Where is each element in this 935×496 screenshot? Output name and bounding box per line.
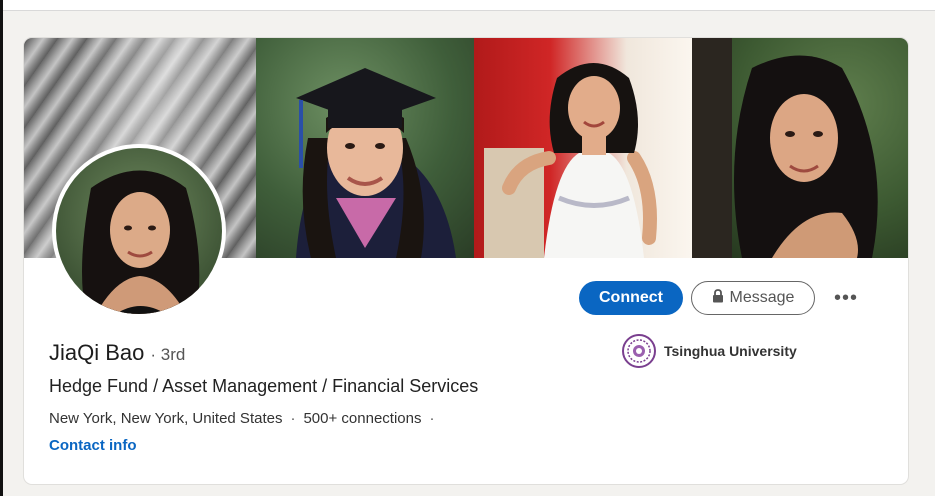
ellipsis-icon: ••• <box>833 286 858 309</box>
profile-avatar[interactable] <box>52 144 226 318</box>
connect-button[interactable]: Connect <box>579 281 683 315</box>
message-button[interactable]: Message <box>691 281 815 315</box>
contact-info-link[interactable]: Contact info <box>49 437 137 454</box>
left-edge <box>0 0 3 496</box>
top-bar <box>0 0 935 11</box>
connections-count[interactable]: 500+ connections <box>303 410 421 427</box>
banner-photo-white-dress <box>474 38 692 258</box>
profile-card: Connect Message ••• JiaQi Bao · 3rd Hedg… <box>24 38 908 484</box>
banner-photo-graduation <box>256 38 474 258</box>
tsinghua-seal-logo <box>622 334 656 368</box>
meta-separator-trailing: · <box>429 410 435 427</box>
education-entry[interactable]: Tsinghua University <box>622 334 797 368</box>
profile-name: JiaQi Bao <box>49 340 145 365</box>
profile-location: New York, New York, United States <box>49 410 283 427</box>
more-actions-button[interactable]: ••• <box>828 284 864 312</box>
banner-photo-outdoor <box>692 38 908 258</box>
meta-separator: · <box>290 410 296 427</box>
lock-icon <box>712 288 724 308</box>
school-name: Tsinghua University <box>664 343 797 359</box>
message-label: Message <box>729 289 795 306</box>
name-row: JiaQi Bao · 3rd <box>49 340 185 370</box>
avatar-photo <box>56 148 222 314</box>
connection-degree: · 3rd <box>150 345 186 364</box>
profile-meta: New York, New York, United States · 500+… <box>49 410 442 427</box>
profile-headline: Hedge Fund / Asset Management / Financia… <box>49 376 479 396</box>
